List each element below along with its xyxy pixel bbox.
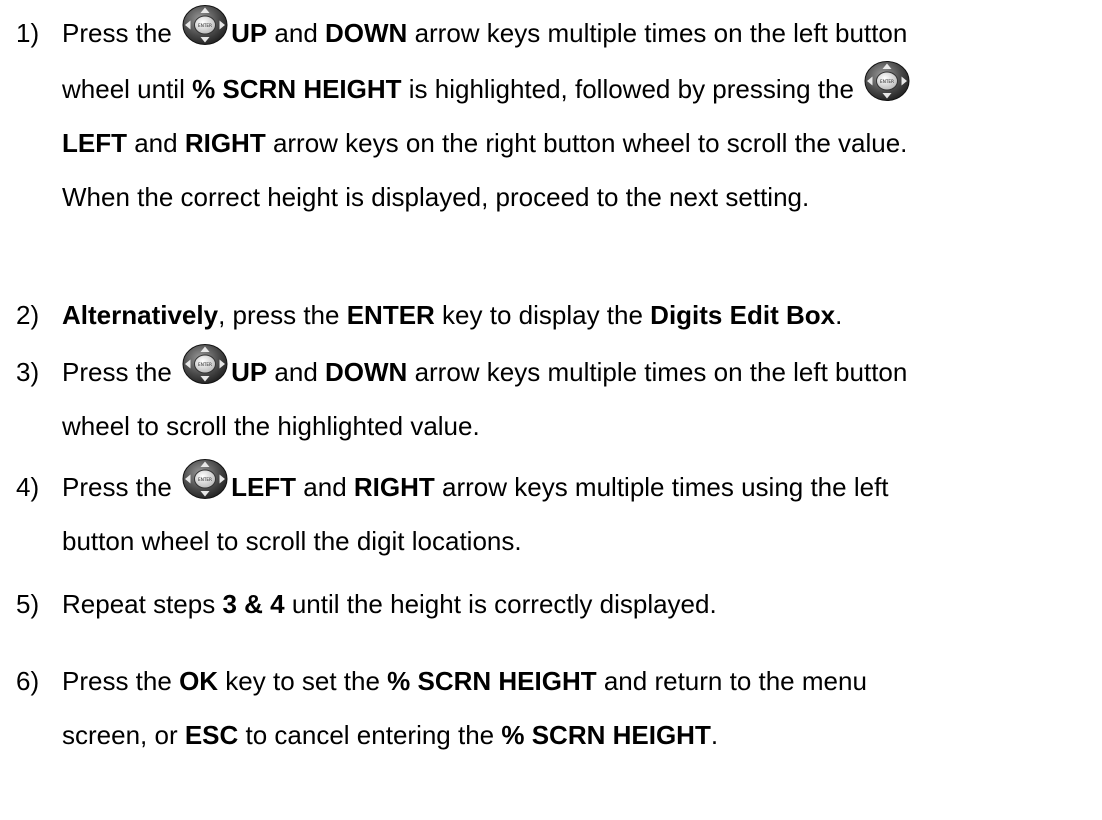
text: is highlighted, followed by pressing the [401, 74, 862, 104]
step-3-line-2: wheel to scroll the highlighted value. [16, 399, 1098, 453]
text: Press the [62, 357, 180, 387]
text: arrow keys multiple times on the left bu… [407, 357, 908, 387]
text: Press the [62, 666, 180, 696]
step-number: 3) [16, 357, 40, 387]
wheel-center-label: ENTER [880, 79, 894, 84]
setting-name: % SCRN HEIGHT [192, 74, 402, 104]
step-1-line-4: When the correct height is displayed, pr… [16, 170, 1098, 224]
text: wheel until [62, 74, 193, 104]
text: arrow keys on the right button wheel to … [265, 128, 908, 158]
key-left: LEFT [231, 472, 297, 502]
setting-name: % SCRN HEIGHT [387, 666, 597, 696]
step-number: 4) [16, 472, 40, 502]
text: , press the [218, 300, 347, 330]
step-number: 5) [16, 589, 40, 619]
key-up: UP [231, 357, 268, 387]
key-ok: OK [179, 666, 219, 696]
step-3-line-1: 3) Press the ENTER UP and DOWN arrow keys … [16, 343, 1098, 399]
step-2: 2) Alternatively, press the ENTER key to … [16, 288, 1098, 342]
step-5: 5) Repeat steps 3 & 4 until the height is… [16, 577, 1098, 631]
text: and [267, 357, 326, 387]
text: until the height is correctly displayed. [284, 589, 717, 619]
text: and [296, 472, 354, 502]
wheel-center-label: ENTER [198, 23, 212, 28]
button-wheel-icon: ENTER [181, 458, 229, 500]
button-wheel-icon: ENTER [181, 4, 229, 46]
key-up: UP [231, 18, 268, 48]
step-5-line-1: 5) Repeat steps 3 & 4 until the height is… [16, 577, 1098, 631]
step-number: 2) [16, 300, 40, 330]
text: button wheel to scroll the digit locatio… [62, 526, 522, 556]
text: wheel to scroll the highlighted value. [62, 411, 480, 441]
step-number: 1) [16, 18, 40, 48]
step-4: 4) Press the ENTER LEFT and RIGHT arrow ke… [16, 458, 1098, 568]
step-3: 3) Press the ENTER UP and DOWN arrow keys … [16, 343, 1098, 453]
text: and return to the menu [596, 666, 867, 696]
step-2-line-1: 2) Alternatively, press the ENTER key to … [16, 288, 1098, 342]
step-6-line-2: screen, or ESC to cancel entering the % … [16, 708, 1098, 762]
key-esc: ESC [184, 720, 239, 750]
step-1-line-3: LEFT and RIGHT arrow keys on the right b… [16, 116, 1098, 170]
text: key to set the [218, 666, 388, 696]
text: When the correct height is displayed, pr… [62, 182, 810, 212]
setting-name: % SCRN HEIGHT [501, 720, 711, 750]
key-down: DOWN [325, 357, 408, 387]
text: . [710, 720, 719, 750]
step-4-line-1: 4) Press the ENTER LEFT and RIGHT arrow ke… [16, 458, 1098, 514]
key-down: DOWN [325, 18, 408, 48]
key-left: LEFT [62, 128, 127, 158]
button-wheel-icon: ENTER [863, 60, 911, 102]
key-right: RIGHT [353, 472, 435, 502]
text: and [127, 128, 185, 158]
key-right: RIGHT [184, 128, 266, 158]
text: arrow keys multiple times using the left [434, 472, 889, 502]
digits-edit-box-label: Digits Edit Box [650, 300, 836, 330]
text: key to display the [434, 300, 651, 330]
step-number: 6) [16, 666, 40, 696]
step-1-line-2: wheel until % SCRN HEIGHT is highlighted… [16, 60, 1098, 116]
text: screen, or [62, 720, 185, 750]
step-4-line-2: button wheel to scroll the digit locatio… [16, 514, 1098, 568]
text: and [267, 18, 326, 48]
wheel-center-label: ENTER [198, 477, 212, 482]
text: Press the [62, 18, 180, 48]
emphasis: Alternatively [62, 300, 219, 330]
step-reference: 3 & 4 [222, 589, 285, 619]
step-1-line-1: 1) Press the ENTER UP and DOWN arrow keys … [16, 4, 1098, 60]
text: Repeat steps [62, 589, 223, 619]
text: Press the [62, 472, 180, 502]
text: arrow keys multiple times on the left bu… [407, 18, 908, 48]
button-wheel-icon: ENTER [181, 343, 229, 385]
step-6-line-1: 6) Press the OK key to set the % SCRN HEI… [16, 654, 1098, 708]
key-enter: ENTER [346, 300, 435, 330]
step-1: 1) Press the ENTER UP and DOWN arrow keys … [16, 4, 1098, 224]
step-6: 6) Press the OK key to set the % SCRN HEI… [16, 654, 1098, 762]
text: . [835, 300, 843, 330]
text: to cancel entering the [238, 720, 502, 750]
wheel-center-label: ENTER [198, 362, 212, 367]
instruction-document: 1) Press the ENTER UP and DOWN arrow keys … [0, 0, 1102, 820]
